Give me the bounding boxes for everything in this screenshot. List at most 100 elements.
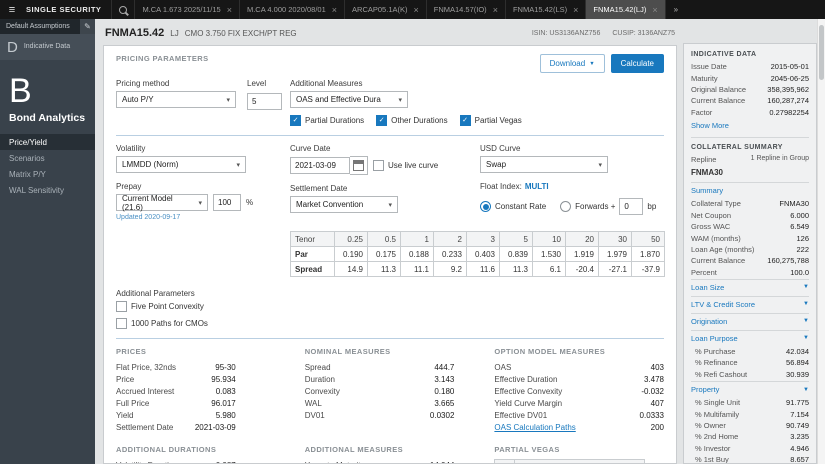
spread-value-cell: 11.3 bbox=[368, 262, 401, 277]
prepay-controls: Current Model (21.6) % bbox=[116, 194, 290, 212]
indicative-data-list: Issue Date 2015-05-01 Maturity 2045-06-2… bbox=[691, 61, 809, 118]
result-label: Effective DV01 bbox=[494, 410, 548, 420]
tab-close-icon[interactable]: × bbox=[573, 5, 578, 15]
calculate-button[interactable]: Calculate bbox=[610, 54, 664, 73]
row-label: % Refinance bbox=[695, 358, 738, 368]
collateral-row: Gross WAC 6.549 bbox=[691, 221, 809, 232]
volatility-value: LMMDD (Norm) bbox=[122, 160, 179, 169]
sidebar-menu-item[interactable]: WAL Sensitivity bbox=[0, 182, 95, 198]
result-label: WAL bbox=[304, 398, 322, 408]
result-label: Yield Curve Margin bbox=[494, 398, 563, 408]
security-tab[interactable]: M.CA 4.000 2020/08/01 × bbox=[238, 0, 344, 19]
spread-value-cell: -37.9 bbox=[632, 262, 665, 277]
sidebar-menu-item[interactable]: Scenarios bbox=[0, 150, 95, 166]
pricing-method-select[interactable]: Auto P/Y bbox=[116, 91, 236, 108]
volatility-select[interactable]: LMMDD (Norm) bbox=[116, 156, 246, 173]
tab-label: FNMA15.42(LS) bbox=[512, 5, 568, 14]
sidebar-menu-item[interactable]: Matrix P/Y bbox=[0, 166, 95, 182]
hamburger-menu-icon[interactable]: ≡ bbox=[0, 0, 24, 19]
sidebar-menu-item[interactable]: Price/Yield bbox=[0, 134, 95, 150]
tenor-header-row: Tenor 0.25 0.5 1 2 3 5 10 20 30 50 bbox=[291, 232, 665, 247]
forwards-input[interactable] bbox=[619, 198, 644, 215]
additional-measures-title: ADDITIONAL MEASURES bbox=[304, 445, 404, 454]
panel-divider bbox=[691, 136, 809, 138]
partial-vegas-section: PARTIAL VEGAS Shift 1 bbox=[494, 445, 664, 463]
security-tab[interactable]: M.CA 1.673 2025/11/15 × bbox=[134, 0, 239, 19]
property-list: % Single Unit 91.775 % Multifamily 7.154… bbox=[691, 397, 809, 463]
checkbox-label: Five Point Convexity bbox=[131, 302, 204, 311]
tab-close-icon[interactable]: × bbox=[493, 5, 498, 15]
right-panel-column: INDICATIVE DATA Issue Date 2015-05-01 Ma… bbox=[683, 19, 817, 464]
row-label: % Multifamily bbox=[695, 409, 740, 419]
price-yield-card: PRICING PARAMETERS Download ▼ Calculate bbox=[103, 45, 677, 464]
volatility-field: Volatility LMMDD (Norm) bbox=[116, 144, 290, 173]
origination-section-header[interactable]: Origination ▼ bbox=[691, 312, 809, 329]
volatility-prepay-column: Volatility LMMDD (Norm) Prepay Current M… bbox=[116, 144, 290, 221]
result-label: Accrued Interest bbox=[116, 386, 175, 396]
tab-close-icon[interactable]: × bbox=[227, 5, 232, 15]
ltv-credit-score-section-header[interactable]: LTV & Credit Score ▼ bbox=[691, 295, 809, 312]
tenor-header-cell: 0.25 bbox=[335, 232, 368, 247]
show-more-link[interactable]: Show More bbox=[691, 118, 809, 133]
tab-close-icon[interactable]: × bbox=[332, 5, 337, 15]
constant-rate-radio[interactable] bbox=[480, 201, 491, 212]
result-row: Convexity 0.180 bbox=[305, 385, 455, 397]
sidebar-menu: Price/Yield Scenarios Matrix P/Y WAL Sen… bbox=[0, 134, 95, 198]
loan-purpose-section-header[interactable]: Loan Purpose ▼ bbox=[691, 329, 809, 346]
result-label: Effective Convexity bbox=[494, 386, 563, 396]
spread-value-cell: -27.1 bbox=[599, 262, 632, 277]
security-tab[interactable]: FNMA15.42(LJ) × bbox=[585, 0, 665, 19]
pricing-fields: Pricing method Auto P/Y Level Additional… bbox=[116, 79, 664, 126]
prepay-updated-link[interactable]: Updated 2020-09-17 bbox=[116, 214, 290, 221]
prepay-label: Prepay bbox=[116, 182, 142, 191]
spread-row: Spread 14.9 11.3 11.1 9.2 11.6 11.3 6.1 -20.4 -2… bbox=[291, 262, 665, 277]
use-live-curve-checkbox[interactable]: Use live curve bbox=[373, 160, 438, 171]
prepay-percent-input[interactable] bbox=[213, 194, 241, 211]
level-input[interactable] bbox=[247, 93, 282, 110]
action-buttons: Download ▼ Calculate bbox=[539, 54, 664, 73]
loan-purpose-row: % Refinance 56.894 bbox=[691, 357, 809, 368]
summary-section-header[interactable]: Summary bbox=[691, 182, 809, 198]
tab-label: M.CA 1.673 2025/11/15 bbox=[142, 5, 221, 14]
measure-checkbox[interactable]: Other Durations bbox=[376, 115, 448, 126]
result-value: 3.478 bbox=[643, 374, 664, 384]
settlement-date-select[interactable]: Market Convention bbox=[290, 196, 398, 213]
security-tab[interactable]: FNMA15.42(LS) × bbox=[504, 0, 585, 19]
security-tab[interactable]: ARCAP05.1A(K) × bbox=[344, 0, 426, 19]
loan-size-section-header[interactable]: Loan Size ▼ bbox=[691, 278, 809, 295]
pricing-method-value: Auto P/Y bbox=[122, 95, 154, 104]
property-section-header[interactable]: Property ▼ bbox=[691, 381, 809, 397]
checkbox-box bbox=[116, 318, 127, 329]
result-value: 0.0333 bbox=[639, 410, 664, 420]
par-value-cell: 0.190 bbox=[335, 247, 368, 262]
measure-checkbox[interactable]: Partial Vegas bbox=[459, 115, 522, 126]
tab-overflow-button[interactable]: » bbox=[664, 0, 686, 19]
security-tab[interactable]: FNMA14.57(IO) × bbox=[425, 0, 505, 19]
parameter-checkbox[interactable]: Five Point Convexity bbox=[116, 301, 664, 312]
curve-date-controls: Use live curve bbox=[290, 156, 480, 175]
parameter-checkbox[interactable]: 1000 Paths for CMOs bbox=[116, 318, 664, 329]
tab-close-icon[interactable]: × bbox=[413, 5, 418, 15]
usd-curve-select[interactable]: Swap bbox=[480, 156, 608, 173]
forwards-radio[interactable] bbox=[560, 201, 572, 212]
curve-date-input[interactable] bbox=[290, 157, 350, 174]
spread-value-cell: 11.3 bbox=[500, 262, 533, 277]
sidebar-item-indicative-data[interactable]: D Indicative Data bbox=[0, 34, 95, 60]
edit-assumptions-button[interactable]: ✎ bbox=[80, 19, 95, 34]
tenor-header-cell: 1 bbox=[401, 232, 434, 247]
spread-row-label: Spread bbox=[291, 262, 335, 277]
float-index-value[interactable]: MULTI bbox=[525, 182, 549, 191]
tab-close-icon[interactable]: × bbox=[652, 5, 657, 15]
ltv-label: LTV & Credit Score bbox=[691, 299, 756, 309]
row-value: 358,395,962 bbox=[767, 84, 809, 94]
vertical-scrollbar[interactable] bbox=[817, 19, 825, 464]
scrollbar-thumb[interactable] bbox=[819, 25, 824, 80]
result-value: 407 bbox=[650, 398, 664, 408]
download-button[interactable]: Download ▼ bbox=[539, 54, 605, 73]
calendar-button[interactable] bbox=[350, 156, 368, 175]
additional-measures-select[interactable]: OAS and Effective Dura bbox=[290, 91, 408, 108]
search-button[interactable] bbox=[111, 0, 134, 19]
chevron-down-icon: ▼ bbox=[803, 318, 809, 325]
prepay-model-select[interactable]: Current Model (21.6) bbox=[116, 194, 208, 212]
measure-checkbox[interactable]: Partial Durations bbox=[290, 115, 364, 126]
